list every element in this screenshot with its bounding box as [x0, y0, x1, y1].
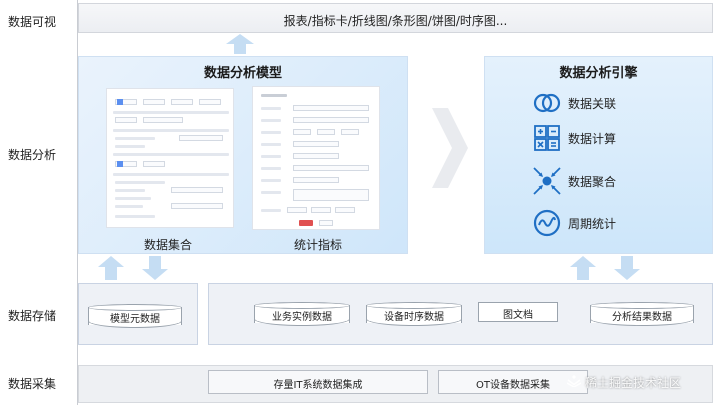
watermark-text: 稀土掘金技术社区	[585, 376, 682, 390]
database-business-instance: 业务实例数据	[254, 302, 350, 326]
arrow-down-icon	[142, 256, 168, 280]
row-label-analysis: 数据分析	[8, 148, 57, 162]
database-label: 业务实例数据	[272, 312, 332, 323]
document-label: 图文档	[503, 310, 533, 321]
engine-item-label: 周期统计	[568, 216, 617, 231]
engine-item-calculation: 数据计算	[532, 123, 616, 153]
database-label: 分析结果数据	[612, 312, 672, 323]
database-analysis-results: 分析结果数据	[590, 302, 694, 326]
row-label-storage: 数据存储	[8, 309, 57, 323]
engine-item-label: 数据聚合	[568, 174, 617, 189]
visualization-band: 报表/指标卡/折线图/条形图/饼图/时序图...	[78, 3, 713, 33]
dataset-screenshot	[106, 88, 234, 228]
ot-device-collection: OT设备数据采集	[438, 370, 588, 394]
row-label-visualization: 数据可视	[8, 15, 57, 29]
engine-item-label: 数据计算	[568, 131, 617, 146]
analysis-engine-title: 数据分析引擎	[559, 66, 638, 81]
database-device-timeseries: 设备时序数据	[366, 302, 462, 326]
engine-item-aggregation: 数据聚合	[532, 166, 616, 196]
chevron-right-icon	[432, 108, 468, 188]
arrow-up-icon	[226, 34, 254, 54]
engine-item-periodic: 周期统计	[532, 208, 616, 238]
engine-item-label: 数据关联	[568, 96, 617, 111]
database-label: 模型元数据	[110, 314, 160, 325]
dataset-caption: 数据集合	[144, 238, 193, 252]
database-label: 设备时序数据	[384, 312, 444, 323]
juejin-logo-icon	[566, 375, 582, 390]
collection-label: OT设备数据采集	[476, 380, 550, 391]
collection-label: 存量IT系统数据集成	[273, 380, 363, 391]
calculator-icon	[532, 123, 562, 153]
document-storage: 图文档	[478, 302, 558, 322]
arrow-up-icon	[570, 256, 596, 280]
database-model-metadata: 模型元数据	[88, 304, 182, 328]
aggregate-arrows-icon	[532, 166, 562, 196]
arrow-up-icon	[98, 256, 124, 280]
arrow-down-icon	[614, 256, 640, 280]
it-system-integration: 存量IT系统数据集成	[208, 370, 428, 394]
wave-cycle-icon	[532, 208, 562, 238]
analysis-model-title: 数据分析模型	[203, 66, 282, 81]
indicator-screenshot	[252, 86, 380, 230]
watermark: 稀土掘金技术社区	[566, 374, 682, 391]
engine-item-association: 数据关联	[532, 88, 616, 118]
row-label-collection: 数据采集	[8, 377, 57, 391]
indicator-caption: 统计指标	[294, 238, 343, 252]
visualization-types: 报表/指标卡/折线图/条形图/饼图/时序图...	[283, 14, 508, 28]
venn-circles-icon	[532, 88, 562, 118]
